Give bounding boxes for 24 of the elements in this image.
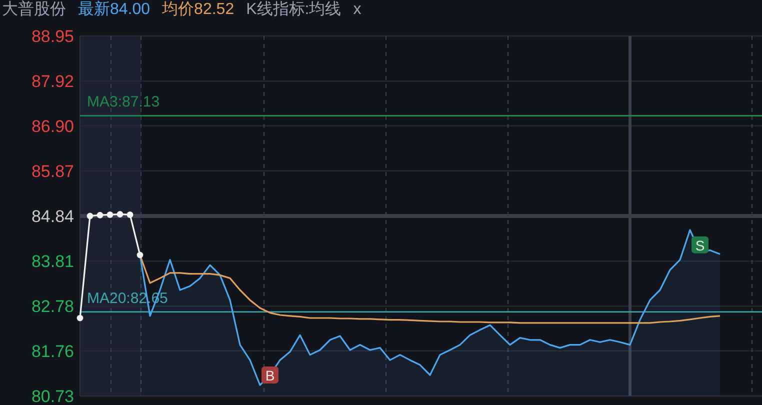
header-label: 均价82.52	[162, 0, 234, 20]
data-point	[86, 212, 94, 220]
axis-label: 81.76	[31, 342, 74, 361]
data-point	[106, 211, 114, 218]
axis-label: 86.90	[31, 116, 74, 136]
axis-label: 88.95	[31, 27, 74, 46]
data-point	[76, 314, 84, 322]
header-label: 最新84.00	[78, 0, 150, 20]
average-label: MA3:87.13	[87, 94, 160, 111]
axis-label: 84.84	[31, 207, 74, 226]
axis-label: 80.73	[31, 387, 74, 405]
data-point	[126, 211, 134, 218]
axis-label: 87.92	[31, 72, 74, 92]
trade-marker: S	[692, 236, 708, 254]
axis-label: 85.87	[31, 162, 74, 181]
header-label: x	[353, 0, 362, 20]
trade-marker: B	[262, 366, 278, 384]
header-label: 大普股份	[2, 0, 66, 20]
axis-label: 82.78	[31, 297, 74, 316]
data-point	[116, 211, 124, 218]
data-point	[136, 252, 144, 258]
axis-label: 83.81	[31, 252, 74, 272]
header-label: K线指标:均线	[246, 0, 342, 20]
data-point	[96, 212, 104, 218]
